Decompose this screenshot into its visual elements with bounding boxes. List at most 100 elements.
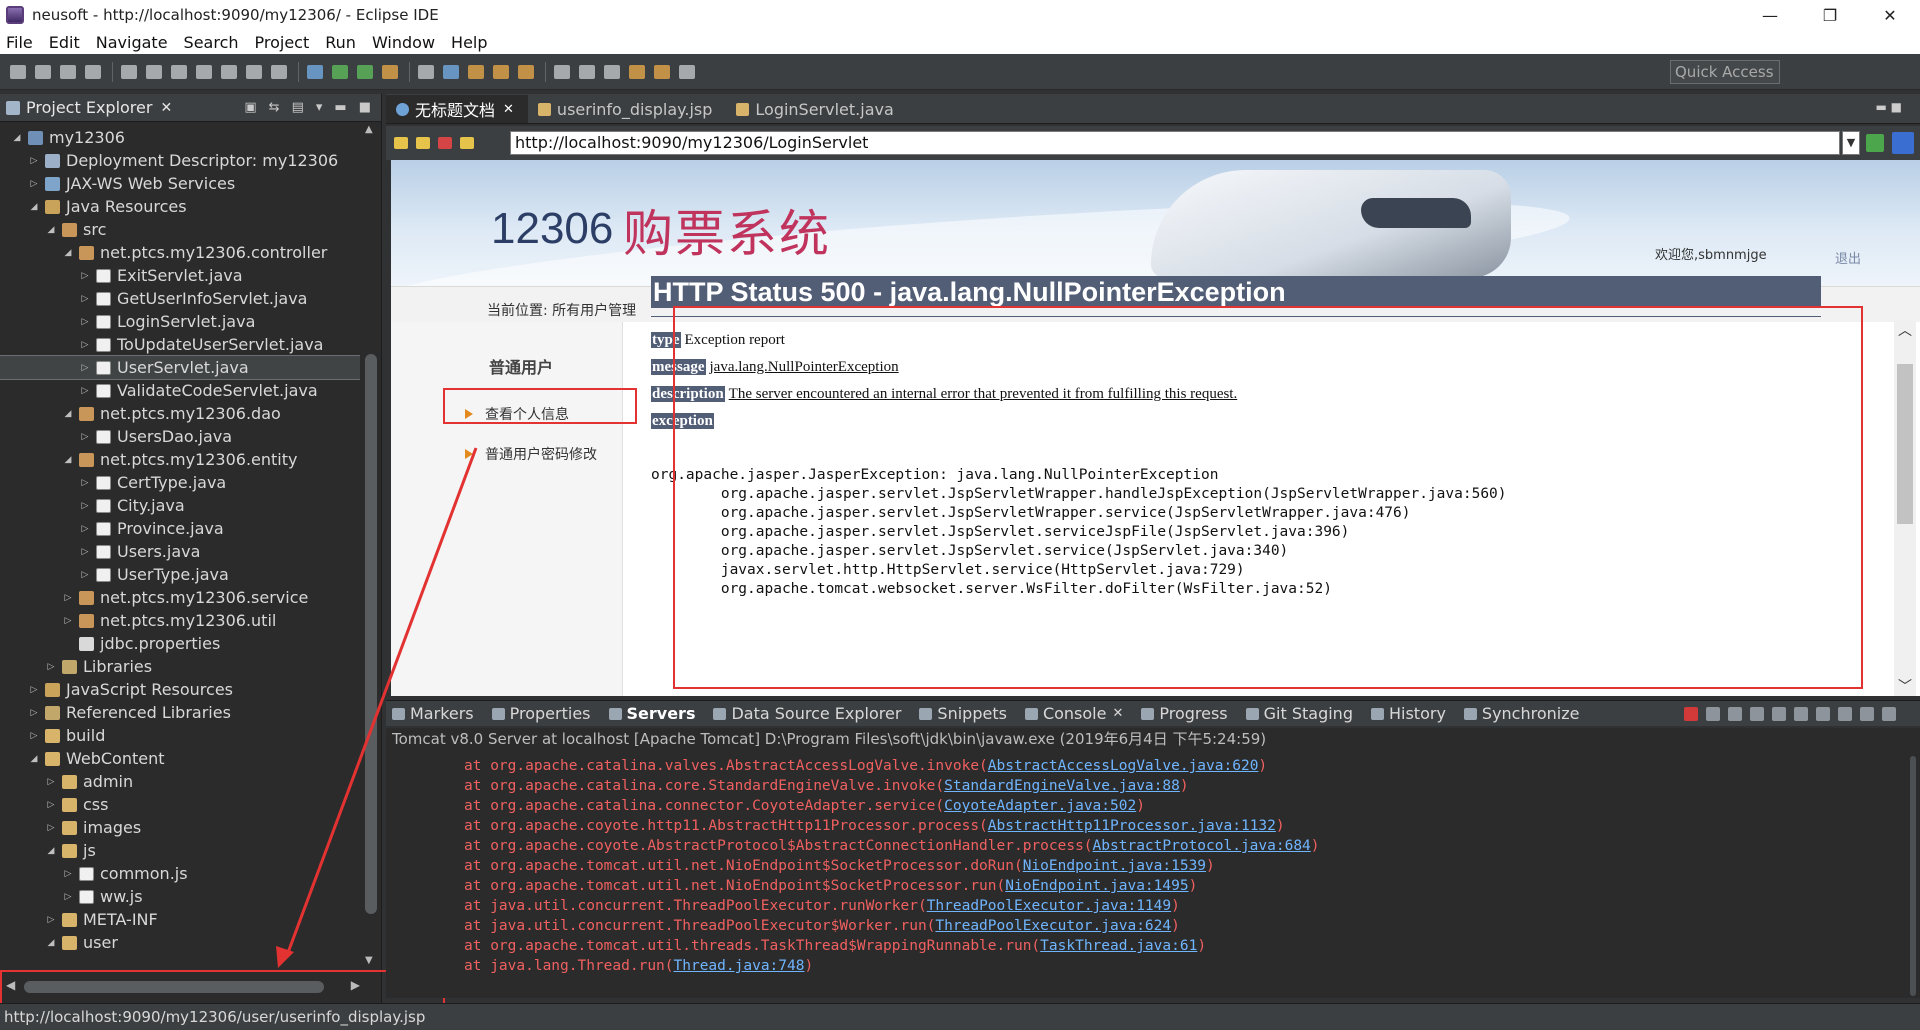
tree-item[interactable]: ▷ UserType.java — [0, 563, 360, 586]
expanded-twisty-icon[interactable]: ◢ — [27, 754, 41, 764]
tree-item[interactable]: ▷ LoginServlet.java — [0, 310, 360, 333]
tree-item[interactable]: ▷ images — [0, 816, 360, 839]
tree-item[interactable]: ▷ UserServlet.java — [0, 355, 360, 380]
back-history-icon[interactable] — [654, 64, 670, 79]
collapsed-twisty-icon[interactable]: ▷ — [78, 501, 92, 511]
tree-item[interactable]: ▷ net.ptcs.my12306.util — [0, 609, 360, 632]
tree-item[interactable]: ▷ build — [0, 724, 360, 747]
minimize-button[interactable]: — — [1740, 0, 1800, 30]
tree-item[interactable]: ▷ JavaScript Resources — [0, 678, 360, 701]
editor-view-controls[interactable]: ▬ ■ — [1876, 100, 1903, 114]
editor-tab[interactable]: userinfo_display.jsp — [528, 95, 726, 123]
word-wrap-icon[interactable] — [1794, 707, 1808, 721]
explorer-horizontal-scrollbar[interactable]: ◀ ▶ — [4, 978, 362, 996]
scroll-down-icon[interactable]: ▼ — [365, 955, 373, 966]
new-server-icon[interactable] — [418, 64, 434, 79]
step-over-icon[interactable] — [246, 64, 262, 79]
clear-console-icon[interactable] — [1750, 707, 1764, 721]
menu-file[interactable]: File — [6, 33, 33, 52]
menu-navigate[interactable]: Navigate — [96, 33, 168, 52]
tree-item[interactable]: ▷ net.ptcs.my12306.service — [0, 586, 360, 609]
tree-item[interactable]: ◢ user — [0, 931, 360, 954]
search-icon[interactable] — [554, 64, 570, 79]
menu-help[interactable]: Help — [451, 33, 487, 52]
console-source-link[interactable]: ThreadPoolExecutor.java:1149 — [927, 898, 1171, 914]
url-history-dropdown[interactable]: ▼ — [1842, 131, 1860, 155]
tree-item[interactable]: jdbc.properties — [0, 632, 360, 655]
expanded-twisty-icon[interactable]: ◢ — [61, 248, 75, 258]
collapsed-twisty-icon[interactable]: ▷ — [78, 432, 92, 442]
project-explorer-tab[interactable]: Project Explorer ✕ ▣ ⇆ ▤ ▾ ▬ ■ — [0, 94, 381, 122]
disconnect-icon[interactable] — [196, 64, 212, 79]
tree-item[interactable]: ▷ Province.java — [0, 517, 360, 540]
scroll-thumb[interactable] — [1897, 364, 1913, 524]
view-tab-console[interactable]: Console ✕ — [1019, 704, 1123, 723]
editor-tab[interactable]: LoginServlet.java — [726, 95, 907, 123]
scroll-down-icon[interactable]: ﹀ — [1898, 676, 1912, 696]
close-window-button[interactable]: ✕ — [1860, 0, 1920, 30]
tree-item[interactable]: ▷ ToUpdateUserServlet.java — [0, 333, 360, 356]
remove-all-icon[interactable] — [1728, 707, 1742, 721]
tree-item[interactable]: ◢ WebContent — [0, 747, 360, 770]
scroll-thumb[interactable] — [24, 981, 324, 993]
run-icon[interactable] — [332, 64, 348, 79]
tree-item[interactable]: ▷ META-INF — [0, 908, 360, 931]
scroll-up-icon[interactable]: ︿ — [1898, 320, 1912, 340]
go-icon[interactable] — [1866, 134, 1884, 152]
collapsed-twisty-icon[interactable]: ▷ — [78, 294, 92, 304]
tree-item[interactable]: ▷ css — [0, 793, 360, 816]
collapsed-twisty-icon[interactable]: ▷ — [78, 386, 92, 396]
tree-item[interactable]: ▷ City.java — [0, 494, 360, 517]
menu-project[interactable]: Project — [255, 33, 310, 52]
console-source-link[interactable]: StandardEngineValve.java:88 — [944, 778, 1180, 794]
forward-arrow-icon[interactable] — [416, 137, 430, 149]
tree-item[interactable]: ◢ net.ptcs.my12306.controller — [0, 241, 360, 264]
expanded-twisty-icon[interactable]: ◢ — [44, 225, 58, 235]
tree-item[interactable]: ◢ src — [0, 218, 360, 241]
view-tab-snippets[interactable]: Snippets — [913, 704, 1007, 723]
console-source-link[interactable]: CoyoteAdapter.java:502 — [944, 798, 1136, 814]
view-tab-git-staging[interactable]: Git Staging — [1240, 704, 1353, 723]
menu-run[interactable]: Run — [325, 33, 356, 52]
stop-icon[interactable] — [438, 137, 452, 149]
quick-access-input[interactable]: Quick Access — [1670, 60, 1780, 84]
view-tab-properties[interactable]: Properties — [486, 704, 591, 723]
scroll-up-icon[interactable]: ▲ — [365, 124, 373, 135]
page-vertical-scrollbar[interactable]: ︿ ﹀ — [1894, 320, 1916, 696]
tree-item[interactable]: ◢ Java Resources — [0, 195, 360, 218]
tree-item[interactable]: ▷ CertType.java — [0, 471, 360, 494]
tree-item[interactable]: ▷ UsersDao.java — [0, 425, 360, 448]
expanded-twisty-icon[interactable]: ◢ — [61, 455, 75, 465]
tree-item[interactable]: ◢ net.ptcs.my12306.dao — [0, 402, 360, 425]
resume-icon[interactable] — [121, 64, 137, 79]
url-input[interactable]: http://localhost:9090/my12306/LoginServl… — [510, 131, 1840, 155]
tree-item[interactable]: ▷ common.js — [0, 862, 360, 885]
tree-item[interactable]: ◢ js — [0, 839, 360, 862]
collapsed-twisty-icon[interactable]: ▷ — [44, 777, 58, 787]
editor-tab[interactable]: 无标题文档 ✕ — [386, 95, 528, 123]
tree-item[interactable]: ◢ my12306 — [0, 126, 360, 149]
tree-item[interactable]: ▷ ww.js — [0, 885, 360, 908]
collapsed-twisty-icon[interactable]: ▷ — [44, 823, 58, 833]
tree-item[interactable]: ▷ Users.java — [0, 540, 360, 563]
collapsed-twisty-icon[interactable]: ▷ — [27, 685, 41, 695]
back-icon[interactable] — [629, 64, 645, 79]
tree-item[interactable]: ◢ net.ptcs.my12306.entity — [0, 448, 360, 471]
sidebar-item-view-info[interactable]: 查看个人信息 — [465, 404, 569, 424]
pin-console-icon[interactable] — [1816, 707, 1830, 721]
link-editor-icon[interactable]: ⇆ — [269, 100, 280, 115]
annotation-icon[interactable] — [579, 64, 595, 79]
debug-icon[interactable] — [307, 64, 323, 79]
scroll-thumb[interactable] — [1910, 756, 1916, 996]
scroll-thumb[interactable] — [365, 354, 377, 914]
collapsed-twisty-icon[interactable]: ▷ — [78, 340, 92, 350]
menu-edit[interactable]: Edit — [49, 33, 80, 52]
tree-item[interactable]: ▷ Libraries — [0, 655, 360, 678]
collapsed-twisty-icon[interactable]: ▷ — [78, 271, 92, 281]
save-icon[interactable] — [35, 64, 51, 79]
collapsed-twisty-icon[interactable]: ▷ — [61, 616, 75, 626]
view-tab-markers[interactable]: Markers — [386, 704, 474, 723]
forward-icon[interactable] — [679, 64, 695, 79]
view-menu-icon[interactable]: ▾ — [316, 100, 323, 115]
view-tab-data-source-explorer[interactable]: Data Source Explorer — [707, 704, 901, 723]
